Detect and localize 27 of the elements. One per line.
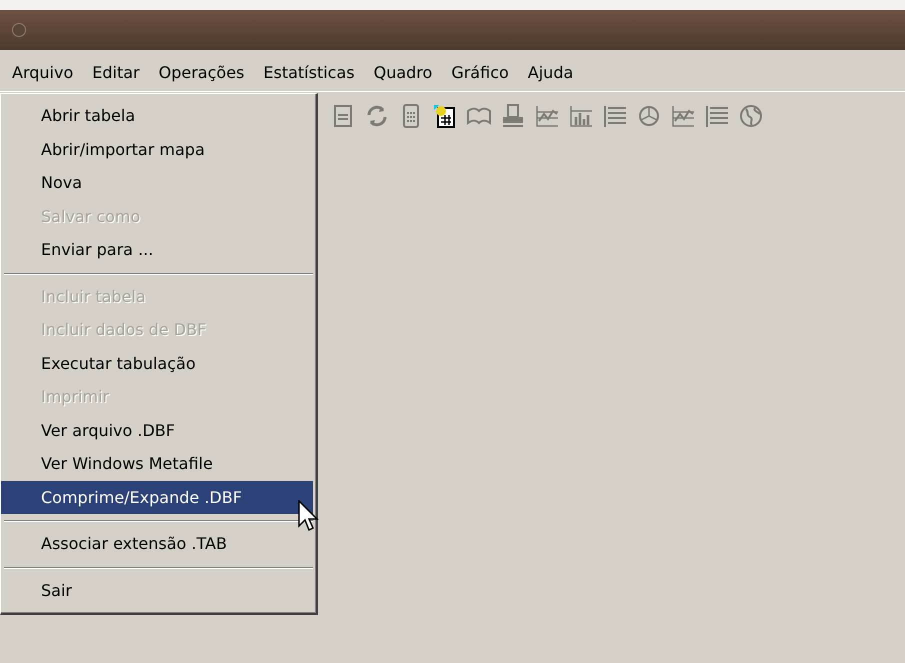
window-button[interactable]: [12, 23, 26, 37]
menu-bar-item[interactable]: Arquivo: [12, 61, 86, 85]
printer-icon[interactable]: [500, 103, 526, 129]
menu-item[interactable]: Ver arquivo .DBF: [1, 414, 313, 447]
spreadsheet-pencil-icon[interactable]: [432, 103, 458, 129]
menu-bar-item[interactable]: Ajuda: [528, 61, 586, 85]
menu-item[interactable]: Comprime/Expande .DBF: [1, 480, 313, 514]
menu-item[interactable]: Abrir/importar mapa: [1, 132, 313, 166]
menu-bar-item[interactable]: Gráfico: [451, 61, 521, 85]
pie-chart-icon[interactable]: [636, 103, 662, 129]
globe-icon[interactable]: [738, 103, 764, 129]
menu-bar-item[interactable]: Editar: [92, 61, 152, 85]
menu-item[interactable]: Executar tabulação: [1, 346, 313, 380]
bar-chart-icon[interactable]: [568, 103, 594, 129]
menu-item[interactable]: Enviar para ...: [1, 233, 313, 266]
line-chart-icon[interactable]: [534, 103, 560, 129]
list-icon[interactable]: [602, 103, 628, 129]
menu-bar-item[interactable]: Operações: [158, 61, 256, 85]
menu-item[interactable]: Sair: [1, 574, 313, 607]
menu-bar-item[interactable]: Quadro: [374, 61, 444, 85]
line-chart-icon[interactable]: [670, 103, 696, 129]
menu-item[interactable]: Abrir tabela: [1, 99, 313, 132]
menu-bar-item[interactable]: Estatísticas: [263, 61, 367, 85]
menu-item[interactable]: Nova: [1, 166, 313, 200]
menu-item[interactable]: Associar extensão .TAB: [1, 527, 313, 560]
list-icon[interactable]: [704, 103, 730, 129]
menu-item[interactable]: Ver Windows Metafile: [1, 447, 313, 480]
